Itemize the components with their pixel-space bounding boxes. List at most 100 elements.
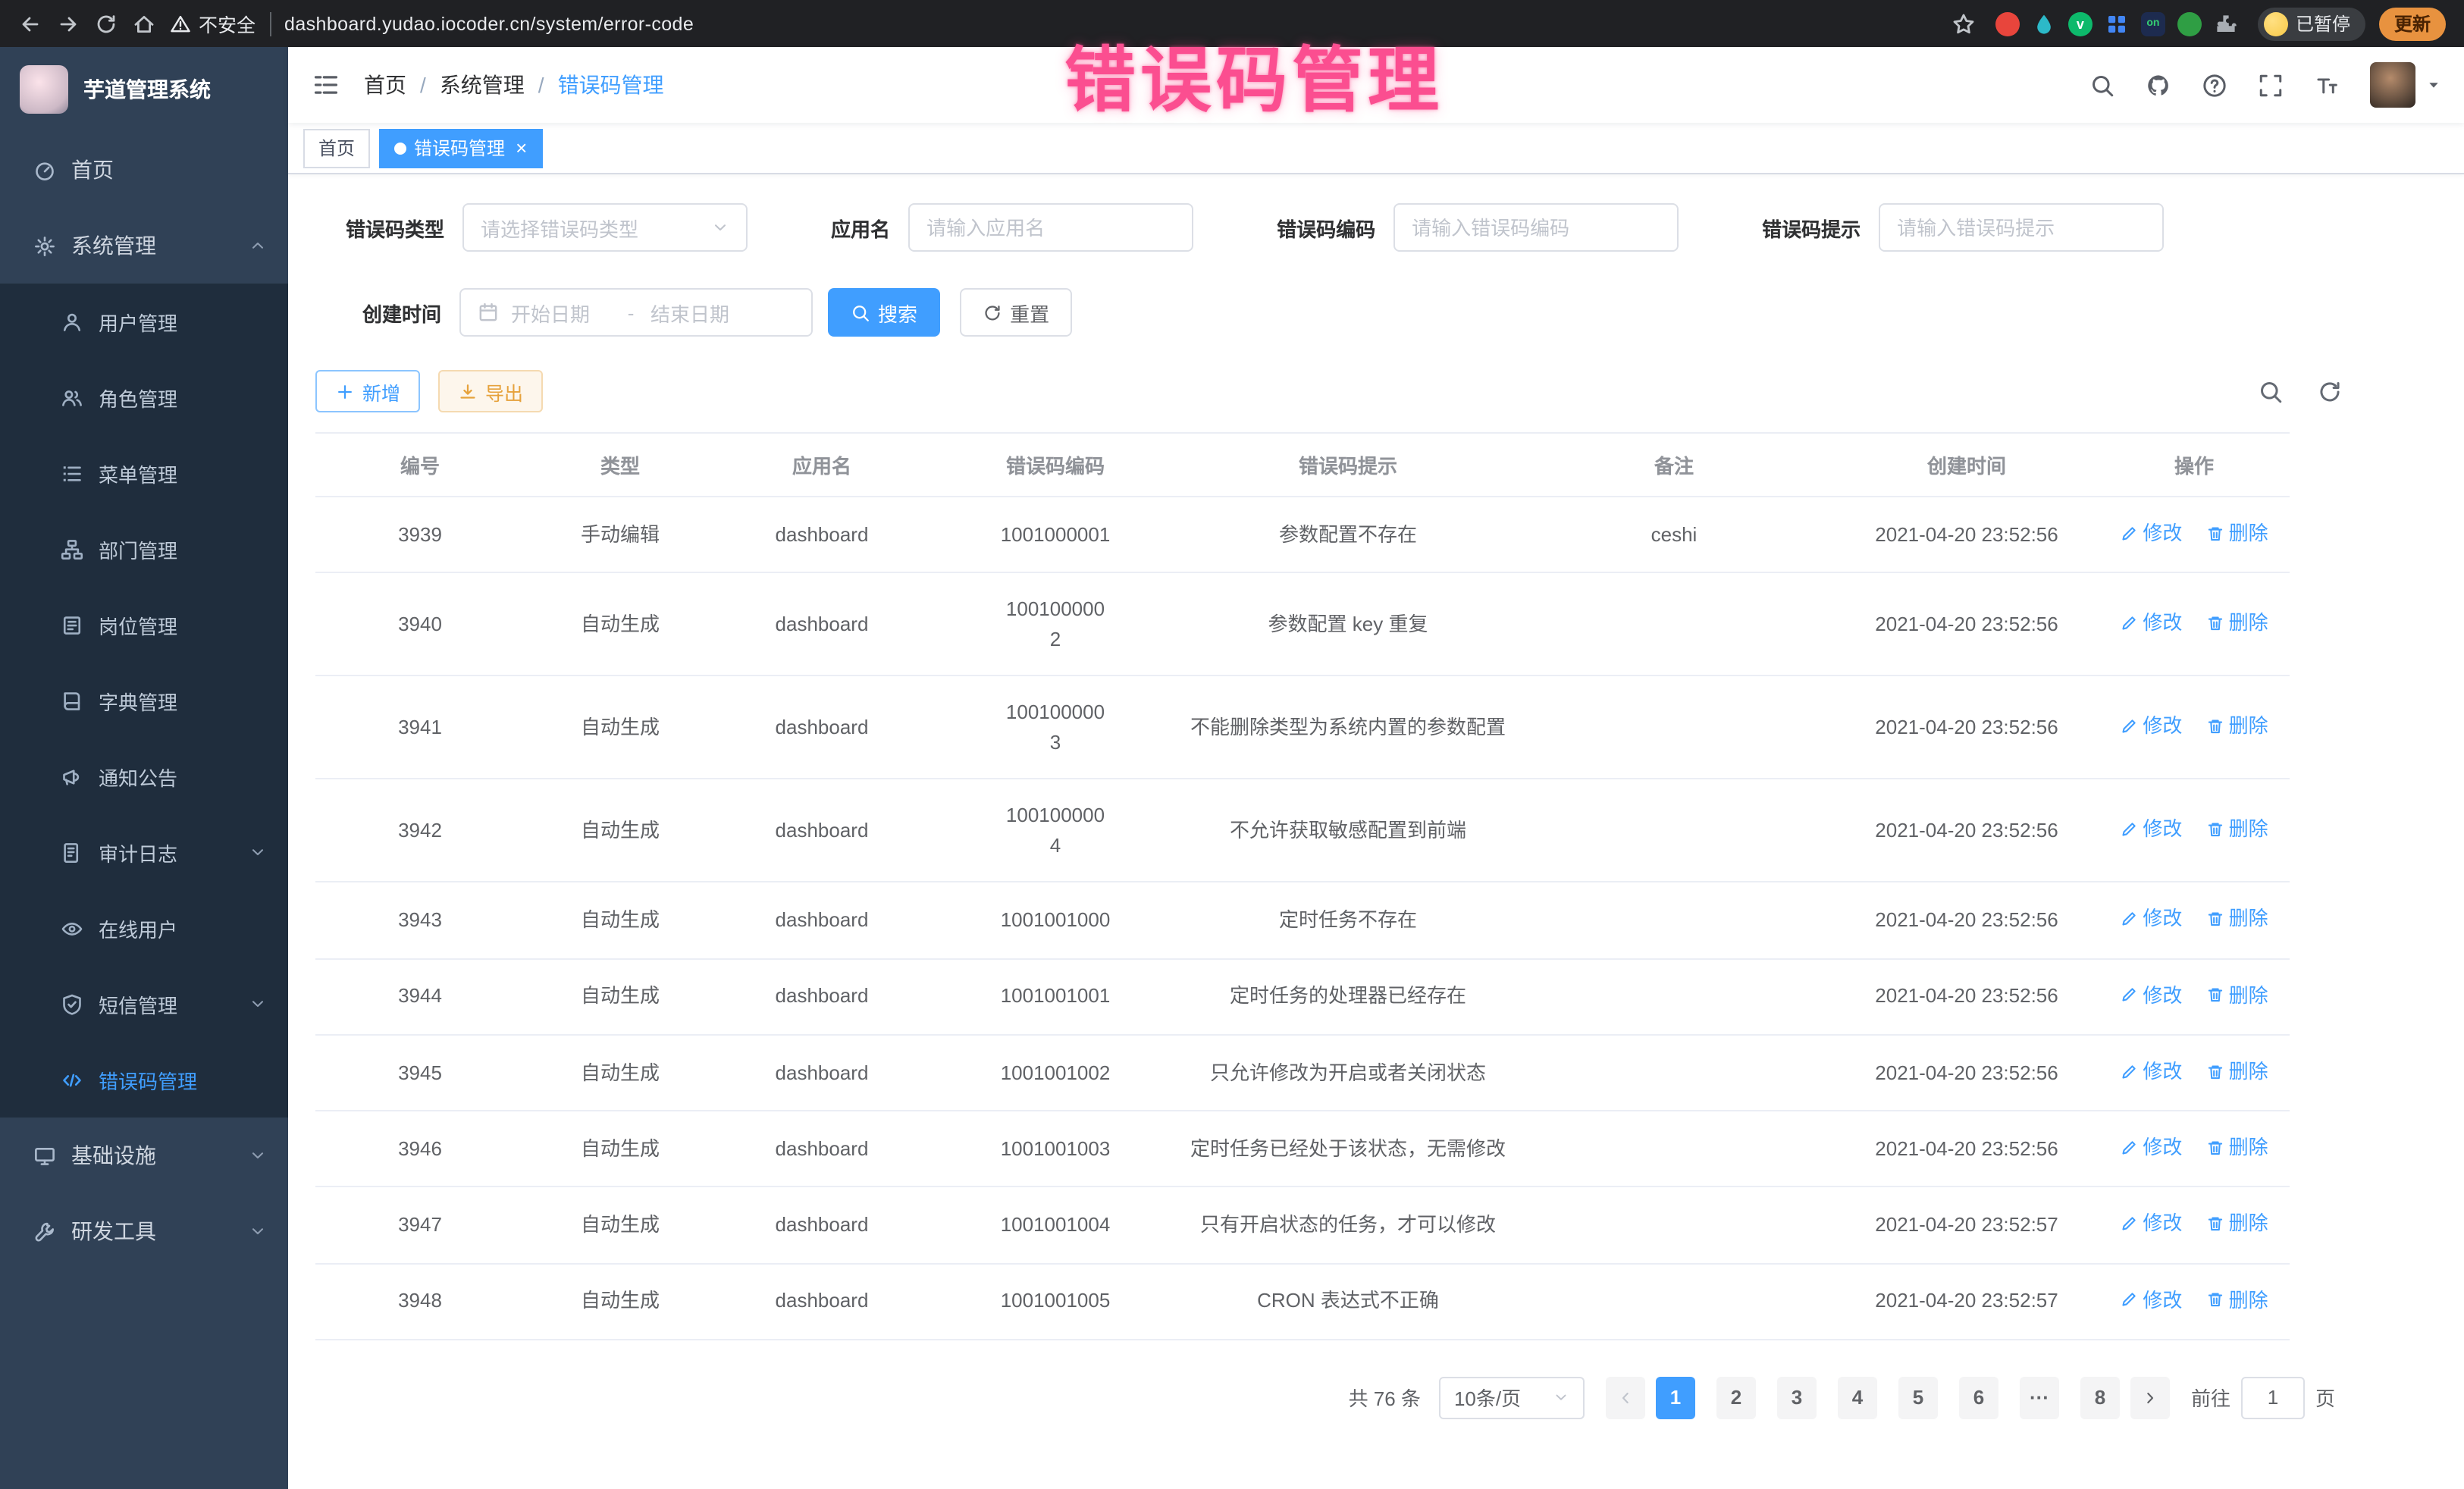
address-url[interactable]: dashboard.yudao.iocoder.cn/system/error-… xyxy=(284,13,694,34)
cell-type: 自动生成 xyxy=(525,779,716,882)
delete-link[interactable]: 删除 xyxy=(2206,904,2268,934)
user-avatar[interactable] xyxy=(2370,62,2415,108)
paused-label: 已暂停 xyxy=(2296,11,2350,36)
github-icon[interactable] xyxy=(2146,72,2171,98)
close-tab-icon[interactable]: × xyxy=(516,138,527,158)
extension-grid-icon[interactable] xyxy=(2105,11,2129,36)
edit-link[interactable]: 修改 xyxy=(2120,1133,2182,1162)
delete-link[interactable]: 删除 xyxy=(2206,1285,2268,1315)
sidebar-item[interactable]: 在线用户 xyxy=(0,890,288,966)
extension-leaf-icon[interactable] xyxy=(2177,11,2202,36)
pagination-page-5[interactable]: 5 xyxy=(1898,1377,1938,1419)
delete-link[interactable]: 删除 xyxy=(2206,1209,2268,1239)
font-size-icon[interactable] xyxy=(2314,72,2340,98)
tab-home[interactable]: 首页 xyxy=(303,128,370,168)
collapse-menu-icon[interactable] xyxy=(312,71,340,99)
date-range-picker[interactable]: 开始日期 - 结束日期 xyxy=(459,288,813,337)
sidebar-item[interactable]: 通知公告 xyxy=(0,738,288,814)
header-search-icon[interactable] xyxy=(2089,72,2115,98)
edit-link[interactable]: 修改 xyxy=(2120,814,2182,844)
browser-forward-icon[interactable] xyxy=(56,11,80,36)
pagination-page-8[interactable]: 8 xyxy=(2080,1377,2120,1419)
edit-link[interactable]: 修改 xyxy=(2120,1209,2182,1239)
sidebar-item[interactable]: 首页 xyxy=(0,132,288,208)
sidebar-item[interactable]: 审计日志 xyxy=(0,814,288,890)
error-hint-input[interactable] xyxy=(1897,216,2146,239)
error-hint-field[interactable] xyxy=(1879,203,2164,252)
sidebar-item[interactable]: 基础设施 xyxy=(0,1118,288,1193)
sidebar-item[interactable]: 菜单管理 xyxy=(0,435,288,511)
extension-record-icon[interactable] xyxy=(1995,11,2020,36)
sidebar-item[interactable]: 系统管理 xyxy=(0,208,288,284)
pagination-page-1[interactable]: 1 xyxy=(1656,1377,1695,1419)
security-warning[interactable]: 不安全 xyxy=(170,9,255,38)
delete-link[interactable]: 删除 xyxy=(2206,1057,2268,1086)
chevron-down-icon xyxy=(249,1222,267,1240)
edit-link[interactable]: 修改 xyxy=(2120,980,2182,1010)
refresh-table-icon[interactable] xyxy=(2317,378,2343,404)
breadcrumb-separator: / xyxy=(420,73,426,97)
delete-link[interactable]: 删除 xyxy=(2206,1133,2268,1162)
extension-puzzle-icon[interactable] xyxy=(2214,11,2238,36)
delete-link[interactable]: 删除 xyxy=(2206,980,2268,1010)
pagination-page-6[interactable]: 6 xyxy=(1959,1377,1998,1419)
browser-reload-icon[interactable] xyxy=(94,11,118,36)
cell-remark xyxy=(1513,1263,1835,1340)
goto-page-input[interactable] xyxy=(2241,1377,2305,1419)
page-size-select[interactable]: 10条/页 xyxy=(1439,1377,1585,1419)
tab-error-code[interactable]: 错误码管理 × xyxy=(379,128,542,168)
pagination-page-3[interactable]: 3 xyxy=(1777,1377,1817,1419)
browser-back-icon[interactable] xyxy=(18,11,42,36)
delete-link[interactable]: 删除 xyxy=(2206,711,2268,741)
sidebar-item[interactable]: 岗位管理 xyxy=(0,587,288,663)
breadcrumb-system[interactable]: 系统管理 xyxy=(440,70,525,100)
sidebar-item[interactable]: 角色管理 xyxy=(0,359,288,435)
error-type-select[interactable]: 请选择错误码类型 xyxy=(462,203,748,252)
edit-link[interactable]: 修改 xyxy=(2120,1285,2182,1315)
sidebar-item[interactable]: 错误码管理 xyxy=(0,1042,288,1118)
next-page-button[interactable] xyxy=(2130,1377,2170,1419)
online-icon xyxy=(61,917,83,939)
extension-check-icon[interactable]: v xyxy=(2068,11,2093,36)
export-button[interactable]: 导出 xyxy=(438,370,543,412)
update-button[interactable]: 更新 xyxy=(2379,7,2446,40)
sidebar-item-label: 系统管理 xyxy=(71,230,156,261)
sidebar-item[interactable]: 研发工具 xyxy=(0,1193,288,1269)
pagination-page-2[interactable]: 2 xyxy=(1716,1377,1756,1419)
app-name-input[interactable] xyxy=(926,216,1175,239)
error-code-field[interactable] xyxy=(1393,203,1679,252)
paused-badge[interactable]: 已暂停 xyxy=(2258,7,2365,40)
edit-link[interactable]: 修改 xyxy=(2120,608,2182,638)
show-search-icon[interactable] xyxy=(2258,378,2284,404)
extension-on-icon[interactable]: on xyxy=(2141,11,2165,36)
app-logo[interactable]: 芋道管理系统 xyxy=(0,47,288,132)
delete-link[interactable]: 删除 xyxy=(2206,814,2268,844)
breadcrumb-home[interactable]: 首页 xyxy=(364,70,406,100)
pagination-ellipsis[interactable]: ··· xyxy=(2020,1377,2059,1419)
help-icon[interactable] xyxy=(2202,72,2227,98)
pagination-page-4[interactable]: 4 xyxy=(1838,1377,1877,1419)
extension-drop-icon[interactable] xyxy=(2032,11,2056,36)
sidebar-item[interactable]: 用户管理 xyxy=(0,284,288,359)
sidebar-item[interactable]: 字典管理 xyxy=(0,663,288,738)
sidebar-item[interactable]: 部门管理 xyxy=(0,511,288,587)
edit-link[interactable]: 修改 xyxy=(2120,1057,2182,1086)
edit-link[interactable]: 修改 xyxy=(2120,904,2182,934)
reset-button[interactable]: 重置 xyxy=(960,288,1072,337)
delete-link[interactable]: 删除 xyxy=(2206,519,2268,548)
bookmark-star-icon[interactable] xyxy=(1951,11,1976,36)
add-button[interactable]: 新增 xyxy=(315,370,420,412)
search-button[interactable]: 搜索 xyxy=(828,288,940,337)
menu-icon xyxy=(61,462,83,484)
edit-link[interactable]: 修改 xyxy=(2120,711,2182,741)
browser-home-icon[interactable] xyxy=(132,11,156,36)
sidebar-item[interactable]: 短信管理 xyxy=(0,966,288,1042)
edit-link[interactable]: 修改 xyxy=(2120,519,2182,548)
fullscreen-icon[interactable] xyxy=(2258,72,2284,98)
table-row: 3948 自动生成 dashboard 1001001005 CRON 表达式不… xyxy=(315,1263,2290,1340)
caret-down-icon[interactable] xyxy=(2425,76,2443,94)
prev-page-button[interactable] xyxy=(1606,1377,1645,1419)
delete-link[interactable]: 删除 xyxy=(2206,608,2268,638)
app-name-field[interactable] xyxy=(908,203,1193,252)
error-code-input[interactable] xyxy=(1412,216,1660,239)
